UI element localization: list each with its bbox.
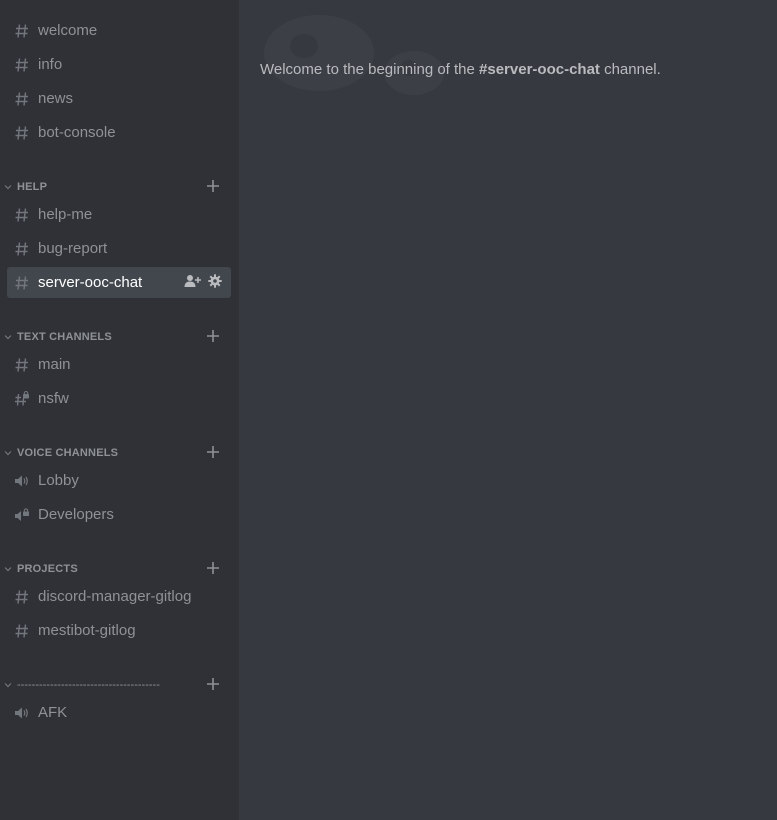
category-projects[interactable]: PROJECTS <box>0 559 239 579</box>
invite-user-icon[interactable] <box>184 274 202 292</box>
channel-bug-report[interactable]: bug-report <box>7 233 231 264</box>
channel-label: bug-report <box>38 240 108 257</box>
category-divider[interactable]: --------------------------------------- <box>0 675 239 695</box>
channel-lobby[interactable]: Lobby <box>7 465 231 496</box>
category-text-channels[interactable]: TEXT CHANNELS <box>0 327 239 347</box>
add-channel-icon[interactable] <box>205 444 221 460</box>
channel-label: welcome <box>38 22 98 39</box>
channel-label: info <box>38 56 63 73</box>
category-label: --------------------------------------- <box>17 679 160 691</box>
locked-hash-icon <box>14 389 36 409</box>
chevron-down-icon <box>4 183 13 191</box>
hash-icon <box>14 55 36 75</box>
category-label: HELP <box>17 181 48 193</box>
channel-label: AFK <box>38 704 68 721</box>
locked-speaker-icon <box>14 505 36 525</box>
hash-icon <box>14 205 36 225</box>
channel-bot-console[interactable]: bot-console <box>7 117 231 148</box>
hash-icon <box>14 621 36 641</box>
category-voice-channels[interactable]: VOICE CHANNELS <box>0 443 239 463</box>
welcome-prefix: Welcome to the beginning of the <box>260 61 480 78</box>
hash-icon <box>14 239 36 259</box>
chevron-down-icon <box>4 681 13 689</box>
channel-label: news <box>38 90 74 107</box>
hash-icon <box>14 123 36 143</box>
channel-nsfw[interactable]: nsfw <box>7 383 231 414</box>
channel-label: nsfw <box>38 390 69 407</box>
channel-info[interactable]: info <box>7 49 231 80</box>
add-channel-icon[interactable] <box>205 178 221 194</box>
hash-icon <box>14 89 36 109</box>
welcome-suffix: channel. <box>599 61 661 78</box>
gear-icon[interactable] <box>208 273 222 292</box>
channel-discord-manager-gitlog[interactable]: discord-manager-gitlog <box>7 581 231 612</box>
channel-help-me[interactable]: help-me <box>7 199 231 230</box>
hash-icon <box>14 21 36 41</box>
channel-actions <box>184 273 222 292</box>
wumpus-illustration-icon <box>264 15 444 95</box>
add-channel-icon[interactable] <box>205 676 221 692</box>
hash-icon <box>14 273 36 293</box>
channel-label: mestibot-gitlog <box>38 622 136 639</box>
category-label: PROJECTS <box>17 563 78 575</box>
hash-icon <box>14 355 36 375</box>
chevron-down-icon <box>4 449 13 457</box>
channel-welcome[interactable]: welcome <box>7 15 231 46</box>
welcome-channel-name: #server-ooc-chat <box>479 61 600 78</box>
chevron-down-icon <box>4 565 13 573</box>
channel-developers[interactable]: Developers <box>7 499 231 530</box>
add-channel-icon[interactable] <box>205 328 221 344</box>
channel-label: Developers <box>38 506 114 523</box>
chevron-down-icon <box>4 333 13 341</box>
category-help[interactable]: HELP <box>0 177 239 197</box>
channel-label: Lobby <box>38 472 79 489</box>
channel-server-ooc-chat[interactable]: server-ooc-chat <box>7 267 231 298</box>
channel-label: main <box>38 356 71 373</box>
hash-icon <box>14 587 36 607</box>
channel-sidebar: welcome info news bot-console HELP help-… <box>0 0 239 820</box>
speaker-icon <box>14 471 36 491</box>
channel-mestibot-gitlog[interactable]: mestibot-gitlog <box>7 615 231 646</box>
speaker-icon <box>14 703 36 723</box>
channel-label: server-ooc-chat <box>38 274 143 291</box>
channel-main[interactable]: main <box>7 349 231 380</box>
welcome-message: Welcome to the beginning of the #server-… <box>260 61 661 78</box>
channel-label: help-me <box>38 206 93 223</box>
category-label: TEXT CHANNELS <box>17 331 112 343</box>
channel-afk[interactable]: AFK <box>7 697 231 728</box>
channel-label: bot-console <box>38 124 116 141</box>
channel-label: discord-manager-gitlog <box>38 588 192 605</box>
add-channel-icon[interactable] <box>205 560 221 576</box>
category-label: VOICE CHANNELS <box>17 447 119 459</box>
channel-news[interactable]: news <box>7 83 231 114</box>
chat-area: Welcome to the beginning of the #server-… <box>239 0 777 820</box>
